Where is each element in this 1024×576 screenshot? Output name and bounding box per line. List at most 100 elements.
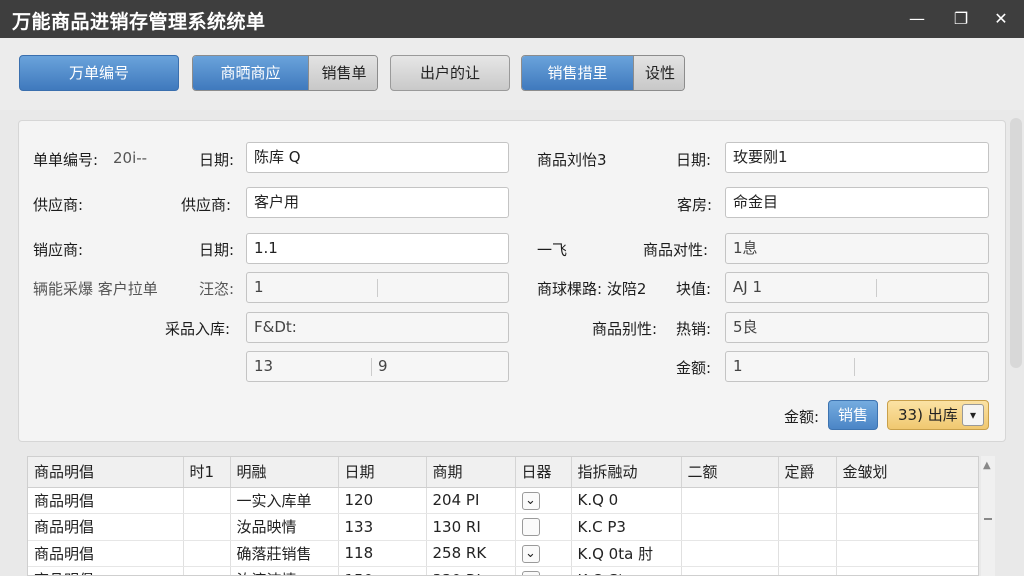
cell-check: ⌄ (515, 540, 572, 567)
chevron-down-icon[interactable]: ▾ (962, 404, 984, 426)
cell-date: 150 (338, 566, 427, 575)
column-header[interactable]: 金皱划 (836, 457, 978, 488)
cell-period: 204 PI (426, 487, 516, 514)
product-attr-field[interactable]: 1息 (725, 233, 989, 264)
table-header-row: 商品明倡 时1 明融 日期 商期 日器 指拆融动 二额 定爵 金皱划 (28, 457, 978, 488)
hot-sale-field[interactable]: 5良 (725, 312, 989, 343)
product-attr-label: 商品对性: (643, 241, 709, 259)
column-header[interactable]: 商期 (426, 457, 516, 488)
form-panel: 单单编号: 20i-- 日期: 陈库 Q 商品刘怡3 日期: 玫要刚1 供应商:… (18, 120, 1006, 442)
product-category-label: 商品别性: (592, 320, 658, 338)
order-number-button[interactable]: 万单编号 (19, 55, 179, 91)
cell-detail: 一实入库单 (230, 487, 339, 514)
cell-price (778, 566, 837, 575)
cell-name: 商品明倡 (28, 513, 184, 541)
table-row[interactable]: 商品明倡 汝品映情 133 130 RI K.C P3 (28, 513, 978, 541)
outbound-combo[interactable]: 33) 出库 ▾ (887, 400, 989, 430)
table-scrollbar[interactable]: ▲ (981, 456, 995, 576)
cell-period: 130 RI (426, 513, 516, 541)
date-field-1[interactable]: 陈库 Q (246, 142, 509, 173)
cell-period: 258 RK (426, 540, 516, 567)
restore-icon[interactable]: ❐ (948, 6, 974, 32)
column-header[interactable]: 时1 (183, 457, 231, 488)
product-route-label: 商球棵路: 汝陪2 (537, 280, 647, 298)
cell-name: 商品明倡 (28, 540, 184, 567)
minimize-icon[interactable]: — (904, 6, 930, 32)
panel-scrollbar[interactable] (1010, 118, 1022, 368)
field-divider (371, 358, 372, 376)
seg2-left-button[interactable]: 销售措里 (522, 56, 633, 90)
amount-label-row6: 金额: (676, 359, 712, 377)
order-number-label: 单单编号: (33, 151, 99, 169)
stock-in-label: 采品入库: (165, 320, 231, 338)
segmented-control-2: 销售措里 设性 (521, 55, 685, 91)
cell-price (778, 513, 837, 541)
cell-price (778, 487, 837, 514)
cell-total (836, 513, 978, 541)
cell-name: 商品明倡 (28, 566, 184, 575)
scroll-up-icon[interactable]: ▲ (983, 460, 991, 471)
column-header[interactable]: 定爵 (778, 457, 837, 488)
outbound-button[interactable]: 出户的让 (390, 55, 510, 91)
column-header[interactable]: 日期 (338, 457, 427, 488)
seg1-left-button[interactable]: 商晒商应 (193, 56, 308, 90)
table-row[interactable]: 商品明倡 确落莊销售 118 258 RK ⌄ K.Q 0ta 肘 (28, 540, 978, 567)
field-divider (377, 279, 378, 297)
column-header[interactable]: 明融 (230, 457, 339, 488)
cell-total (836, 540, 978, 567)
row-checkbox[interactable]: ⌄ (521, 491, 540, 510)
stock-in-field[interactable]: F&Dt: (246, 312, 509, 343)
column-header[interactable]: 二额 (681, 457, 779, 488)
amount-field-value: 1 (733, 357, 743, 375)
cell-amount (681, 487, 779, 514)
product-label-right-1: 商品刘怡3 (537, 151, 607, 169)
value-field-value: AJ 1 (733, 278, 762, 296)
supplier-label: 供应商: (33, 196, 84, 214)
customer-field[interactable]: 命金目 (725, 187, 989, 218)
amount-field[interactable]: 1 (725, 351, 989, 382)
date-field-right-1[interactable]: 玫要刚1 (725, 142, 989, 173)
cell-time (183, 487, 231, 514)
cell-time (183, 513, 231, 541)
supplier-field[interactable]: 客户用 (246, 187, 509, 218)
toolbar: 万单编号 商晒商应 销售单 出户的让 销售措里 设性 (0, 38, 1024, 110)
quantity-value-b: 9 (378, 357, 388, 375)
date-label-right-1: 日期: (676, 151, 712, 169)
close-icon[interactable]: ✕ (988, 6, 1014, 32)
cell-detail: 确落莊销售 (230, 540, 339, 567)
quantity-field[interactable]: 13 9 (246, 351, 509, 382)
cell-check (515, 513, 572, 541)
small-label-3: 一飞 (537, 241, 568, 259)
cell-name: 商品明倡 (28, 487, 184, 514)
seg1-right-button[interactable]: 销售单 (308, 56, 377, 90)
order-number-value: 20i-- (113, 149, 148, 167)
hot-sale-label: 热销: (676, 320, 712, 338)
cell-date: 118 (338, 540, 427, 567)
vendor-label: 销应商: (33, 241, 84, 259)
cell-price (778, 540, 837, 567)
scroll-thumb[interactable] (984, 518, 992, 520)
seg2-right-button[interactable]: 设性 (633, 56, 684, 90)
cell-check (515, 566, 572, 575)
column-header[interactable]: 指拆融动 (571, 457, 682, 488)
row-checkbox[interactable] (521, 518, 540, 536)
value-field[interactable]: AJ 1 (725, 272, 989, 303)
quantity-value-a: 13 (254, 357, 274, 375)
row-checkbox[interactable]: ⌄ (521, 544, 540, 563)
date-label-1: 日期: (199, 151, 235, 169)
cell-detail: 汝品映情 (230, 513, 339, 541)
field-divider (876, 279, 877, 297)
column-header[interactable]: 日器 (515, 457, 572, 488)
table-row[interactable]: 商品明倡 汝滚洁情 150 330 RI K.Q Stop (28, 566, 978, 575)
outbound-combo-value: 33) 出库 (898, 406, 958, 424)
cell-code: K.Q 0ta 肘 (571, 540, 682, 567)
date-field-3[interactable]: 1.1 (246, 233, 509, 264)
row-checkbox[interactable] (521, 571, 540, 575)
sell-button[interactable]: 销售 (828, 400, 878, 430)
items-table: 商品明倡 时1 明融 日期 商期 日器 指拆融动 二额 定爵 金皱划 商品明倡 … (27, 456, 979, 576)
table-row[interactable]: 商品明倡 一实入库单 120 204 PI ⌄ K.Q 0 (28, 487, 978, 514)
status-field[interactable]: 1 (246, 272, 509, 303)
cell-amount (681, 513, 779, 541)
status-field-value: 1 (254, 278, 264, 296)
column-header[interactable]: 商品明倡 (28, 457, 184, 488)
